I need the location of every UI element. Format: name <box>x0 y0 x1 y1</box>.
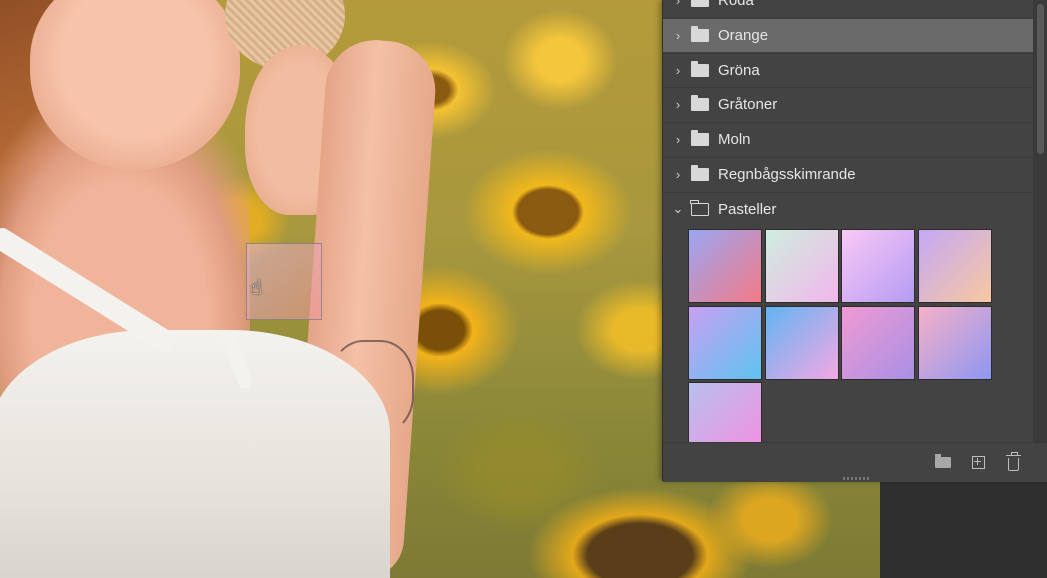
folder-icon <box>691 0 709 7</box>
folder-icon <box>691 130 709 147</box>
chevron-right-icon[interactable]: › <box>671 0 685 8</box>
folder-icon <box>935 453 951 468</box>
new-group-button[interactable] <box>932 451 954 473</box>
chevron-right-icon[interactable]: › <box>671 97 685 112</box>
gradient-group-row[interactable]: ⌄ Pasteller <box>663 193 1033 226</box>
gradient-group-label: Orange <box>718 26 769 44</box>
chevron-right-icon[interactable]: › <box>671 132 685 147</box>
chevron-right-icon[interactable]: › <box>671 167 685 182</box>
pasteller-swatch-grid <box>663 227 1033 456</box>
folder-open-icon <box>690 199 709 216</box>
chevron-right-icon[interactable]: › <box>671 28 685 43</box>
panel-scrollbar[interactable] <box>1033 0 1047 442</box>
photo-dress <box>0 330 390 578</box>
gradient-group-label: Gråtoner <box>718 96 778 114</box>
gradient-swatch[interactable] <box>764 229 839 303</box>
gradient-group-row[interactable]: › Moln <box>663 123 1033 156</box>
folder-icon <box>691 60 709 77</box>
chevron-down-icon[interactable]: ⌄ <box>671 201 685 217</box>
gradient-swatch[interactable] <box>841 305 915 380</box>
chevron-right-icon[interactable]: › <box>671 63 685 78</box>
gradient-group-row[interactable]: › Gröna <box>663 54 1033 87</box>
grab-hand-icon: ☝ <box>250 277 263 299</box>
gradient-group-row[interactable]: › Röda <box>663 0 1033 17</box>
plus-square-icon <box>971 455 985 469</box>
gradient-swatch[interactable] <box>688 305 762 380</box>
gradient-group-row[interactable]: › Gråtoner <box>663 88 1033 121</box>
new-gradient-button[interactable] <box>967 451 989 473</box>
gradient-group-label: Pasteller <box>718 200 777 218</box>
gradients-panel: › Röda › Orange › Gröna › Gråtoner › Moln › Regnbåg… <box>662 0 1047 482</box>
trash-icon <box>1005 451 1021 471</box>
gradient-swatch[interactable] <box>764 305 839 380</box>
app-background <box>880 481 1047 578</box>
gradient-swatch[interactable] <box>688 229 762 303</box>
folder-icon <box>691 95 709 112</box>
gradient-swatch[interactable] <box>917 229 992 303</box>
delete-gradient-button[interactable] <box>1002 451 1024 473</box>
panel-scroll-thumb[interactable] <box>1037 4 1044 154</box>
folder-icon <box>691 165 709 181</box>
gradient-group-label: Gröna <box>718 61 760 79</box>
gradient-group-label: Regnbågsskimrande <box>718 166 856 183</box>
gradient-group-label: Röda <box>718 0 754 9</box>
gradient-group-row[interactable]: › Regnbågsskimrande <box>663 158 1033 191</box>
folder-icon <box>691 25 709 42</box>
gradient-swatch[interactable] <box>917 305 992 380</box>
gradient-group-row[interactable]: › Orange <box>663 18 1033 52</box>
gradient-group-label: Moln <box>718 131 751 149</box>
panel-footer <box>663 442 1047 482</box>
gradient-swatch[interactable] <box>841 229 915 303</box>
panel-resize-grip[interactable] <box>843 477 869 480</box>
